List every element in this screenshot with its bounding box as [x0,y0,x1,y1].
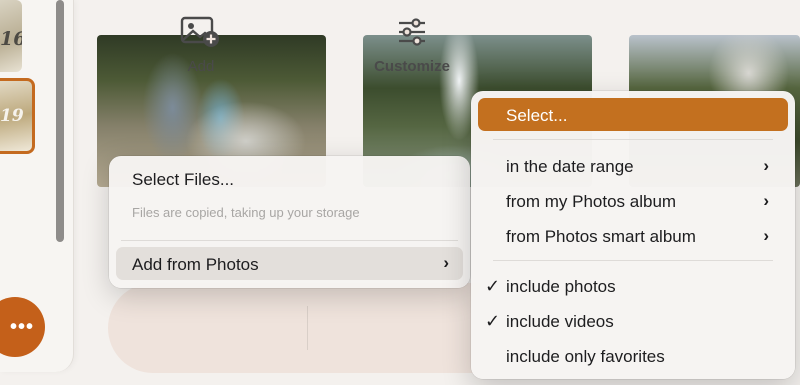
sidebar-scrollbar[interactable] [53,0,67,242]
include-photos-label: include photos [506,277,616,296]
menu-separator [493,260,773,261]
chevron-right-icon: › [443,253,449,272]
select-files-note: Files are copied, taking up your storage [132,205,360,220]
menu-separator [493,139,773,140]
photos-album-item[interactable]: from my Photos album › [478,184,788,217]
toolbar-divider [307,306,308,350]
date-range-item[interactable]: in the date range › [478,149,788,182]
include-favorites-item[interactable]: include only favorites [478,339,788,372]
add-from-photos-item[interactable]: Add from Photos › [116,247,463,280]
smart-album-item[interactable]: from Photos smart album › [478,219,788,252]
customize-button[interactable]: Customize [352,15,472,75]
sliders-icon [352,15,472,49]
select-files-item[interactable]: Select Files... [132,170,234,190]
include-videos-label: include videos [506,312,614,331]
add-label: Add [187,58,215,75]
photos-submenu: Select... in the date range › from my Ph… [471,91,795,379]
checkmark-icon: ✓ [485,276,501,296]
add-from-photos-label: Add from Photos [132,255,259,274]
include-photos-item[interactable]: ✓ include photos [478,269,788,302]
add-menu: Select Files... Files are copied, taking… [109,156,470,288]
add-photo-icon [141,15,261,49]
thumbnail-number: 19 [0,106,24,126]
thumbnail-number: 16 [0,28,22,50]
chevron-right-icon: › [763,226,769,245]
menu-separator [121,240,458,241]
photos-album-label: from my Photos album [506,192,677,211]
select-item[interactable]: Select... [478,98,788,131]
date-range-label: in the date range [506,157,634,176]
customize-label: Customize [374,58,450,75]
sidebar-thumbnail-selected[interactable]: 19 [0,78,35,154]
include-favorites-label: include only favorites [506,347,665,366]
select-label: Select... [506,106,568,125]
add-button[interactable]: Add [141,15,261,75]
more-button[interactable]: ••• [0,297,45,357]
chevron-right-icon: › [763,156,769,175]
scrollbar-thumb[interactable] [56,0,64,242]
checkmark-icon: ✓ [485,311,501,331]
sidebar-thumbnail[interactable]: 16 [0,0,22,72]
smart-album-label: from Photos smart album [506,227,696,246]
ellipsis-icon: ••• [9,315,34,338]
chevron-right-icon: › [763,191,769,210]
include-videos-item[interactable]: ✓ include videos [478,304,788,337]
sidebar: 16 19 ••• [0,0,74,372]
